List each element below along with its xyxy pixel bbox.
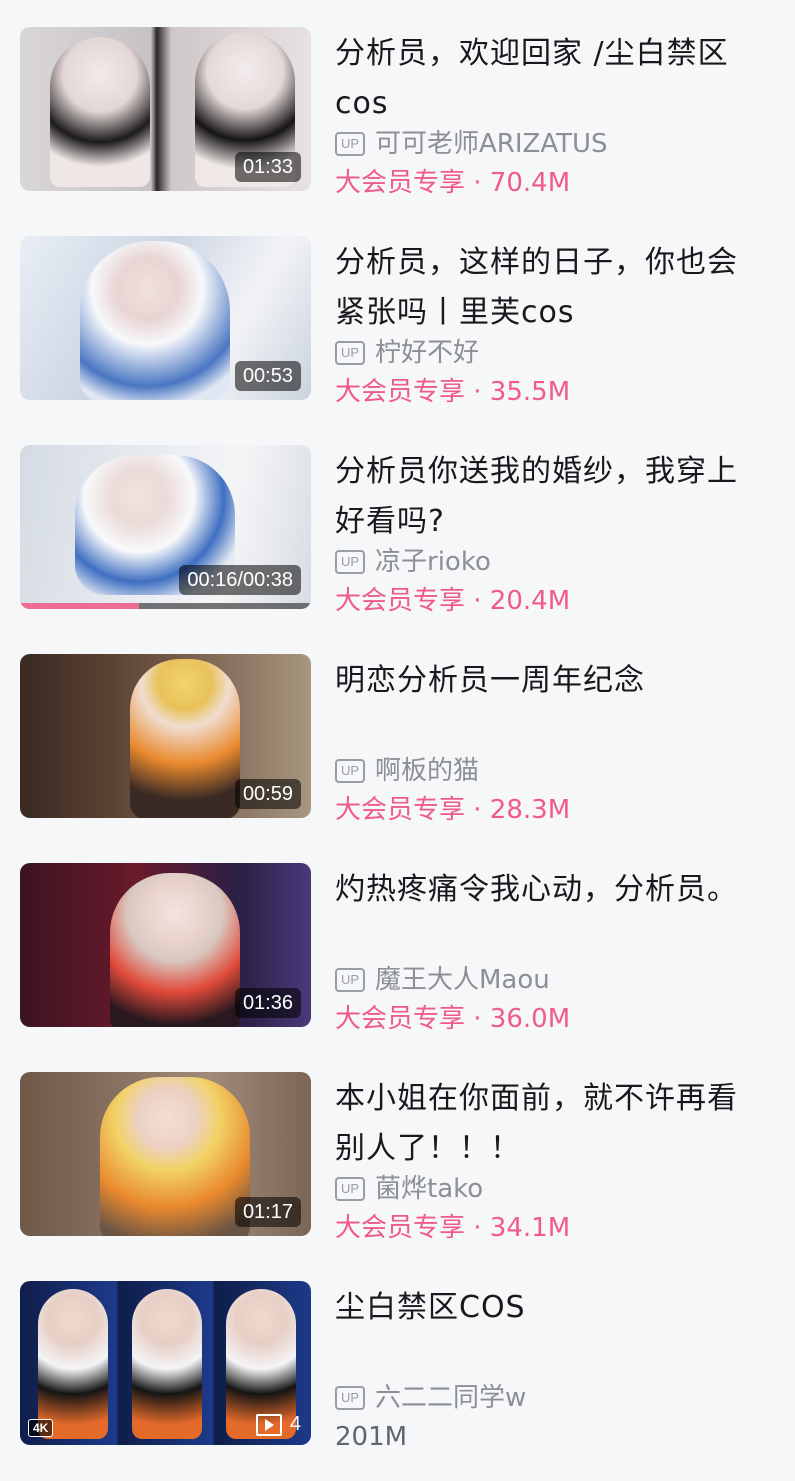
- up-badge-icon: UP: [335, 341, 365, 365]
- duration-badge: 01:33: [234, 152, 301, 182]
- video-meta: 大会员专享 · 28.3M: [335, 792, 570, 828]
- duration-badge: 01:36: [234, 988, 301, 1018]
- video-title[interactable]: 分析员，这样的日子，你也会紧张吗丨里芙cos: [335, 238, 765, 338]
- view-count: · 70.4M: [473, 168, 571, 198]
- page-count-badge: 4: [255, 1413, 301, 1436]
- up-badge-icon: UP: [335, 968, 365, 992]
- playback-progress-bar[interactable]: [20, 603, 311, 609]
- view-count: · 28.3M: [473, 795, 571, 825]
- uploader-name: 啊板的猫: [375, 756, 480, 786]
- uploader-row[interactable]: UP 魔王大人Maou: [335, 962, 550, 998]
- video-thumbnail[interactable]: 01:17: [20, 1072, 311, 1236]
- video-meta: 201M: [335, 1419, 407, 1455]
- view-count: · 35.5M: [473, 377, 571, 407]
- view-count: · 20.4M: [473, 586, 571, 616]
- video-title[interactable]: 分析员，欢迎回家 /尘白禁区cos: [335, 29, 765, 129]
- video-card[interactable]: 00:53 分析员，这样的日子，你也会紧张吗丨里芙cos UP 柠好不好 大会员…: [0, 236, 795, 436]
- video-title[interactable]: 本小姐在你面前，就不许再看别人了！！！: [335, 1074, 765, 1174]
- uploader-name: 可可老师ARIZATUS: [375, 129, 608, 159]
- view-count: · 34.1M: [473, 1213, 571, 1243]
- video-thumbnail[interactable]: 01:36: [20, 863, 311, 1027]
- vip-label: 大会员专享: [335, 1004, 466, 1034]
- up-badge-icon: UP: [335, 132, 365, 156]
- view-count: 201M: [335, 1422, 408, 1452]
- uploader-row[interactable]: UP 六二二同学w: [335, 1380, 526, 1416]
- video-thumbnail[interactable]: 00:53: [20, 236, 311, 400]
- video-title[interactable]: 尘白禁区COS: [335, 1283, 765, 1333]
- video-card[interactable]: 00:16/00:38 分析员你送我的婚纱，我穿上好看吗? UP 凉子rioko…: [0, 445, 795, 645]
- video-meta: 大会员专享 · 20.4M: [335, 583, 570, 619]
- vip-label: 大会员专享: [335, 586, 466, 616]
- vip-label: 大会员专享: [335, 795, 466, 825]
- video-title[interactable]: 分析员你送我的婚纱，我穿上好看吗?: [335, 447, 765, 547]
- video-card[interactable]: 01:33 分析员，欢迎回家 /尘白禁区cos UP 可可老师ARIZATUS …: [0, 27, 795, 227]
- video-title[interactable]: 明恋分析员一周年纪念: [335, 656, 765, 706]
- uploader-row[interactable]: UP 可可老师ARIZATUS: [335, 126, 608, 162]
- video-meta: 大会员专享 · 70.4M: [335, 165, 570, 201]
- 4k-badge: 4K: [28, 1419, 54, 1437]
- video-thumbnail[interactable]: 01:33: [20, 27, 311, 191]
- up-badge-icon: UP: [335, 759, 365, 783]
- video-card[interactable]: 00:59 明恋分析员一周年纪念 UP 啊板的猫 大会员专享 · 28.3M: [0, 654, 795, 854]
- vip-label: 大会员专享: [335, 168, 466, 198]
- multi-page-play-icon: [255, 1413, 282, 1436]
- vip-label: 大会员专享: [335, 377, 466, 407]
- video-thumbnail[interactable]: 00:16/00:38: [20, 445, 311, 609]
- uploader-name: 柠好不好: [375, 338, 480, 368]
- playback-progress-fill: [20, 603, 140, 609]
- up-badge-icon: UP: [335, 550, 365, 574]
- video-card[interactable]: 01:36 灼热疼痛令我心动，分析员。 UP 魔王大人Maou 大会员专享 · …: [0, 863, 795, 1063]
- video-thumbnail[interactable]: 00:59: [20, 654, 311, 818]
- uploader-row[interactable]: UP 凉子rioko: [335, 544, 491, 580]
- video-meta: 大会员专享 · 34.1M: [335, 1210, 570, 1246]
- uploader-name: 凉子rioko: [375, 547, 491, 577]
- up-badge-icon: UP: [335, 1177, 365, 1201]
- up-badge-icon: UP: [335, 1386, 365, 1410]
- duration-badge: 00:16/00:38: [179, 565, 301, 595]
- video-meta: 大会员专享 · 35.5M: [335, 374, 570, 410]
- page-count: 4: [289, 1413, 301, 1435]
- uploader-row[interactable]: UP 菌烨tako: [335, 1171, 483, 1207]
- view-count: · 36.0M: [473, 1004, 571, 1034]
- video-thumbnail[interactable]: 4K 4: [20, 1281, 311, 1445]
- uploader-row[interactable]: UP 柠好不好: [335, 335, 479, 371]
- uploader-name: 六二二同学w: [375, 1383, 527, 1413]
- video-list: 01:33 分析员，欢迎回家 /尘白禁区cos UP 可可老师ARIZATUS …: [0, 0, 795, 1465]
- uploader-row[interactable]: UP 啊板的猫: [335, 753, 479, 789]
- uploader-name: 魔王大人Maou: [375, 965, 550, 995]
- duration-badge: 01:17: [234, 1197, 301, 1227]
- duration-badge: 00:59: [234, 779, 301, 809]
- duration-badge: 00:53: [234, 361, 301, 391]
- vip-label: 大会员专享: [335, 1213, 466, 1243]
- video-card[interactable]: 4K 4 尘白禁区COS UP 六二二同学w 201M: [0, 1281, 795, 1481]
- video-card[interactable]: 01:17 本小姐在你面前，就不许再看别人了！！！ UP 菌烨tako 大会员专…: [0, 1072, 795, 1272]
- uploader-name: 菌烨tako: [375, 1174, 484, 1204]
- video-meta: 大会员专享 · 36.0M: [335, 1001, 570, 1037]
- video-title[interactable]: 灼热疼痛令我心动，分析员。: [335, 865, 765, 915]
